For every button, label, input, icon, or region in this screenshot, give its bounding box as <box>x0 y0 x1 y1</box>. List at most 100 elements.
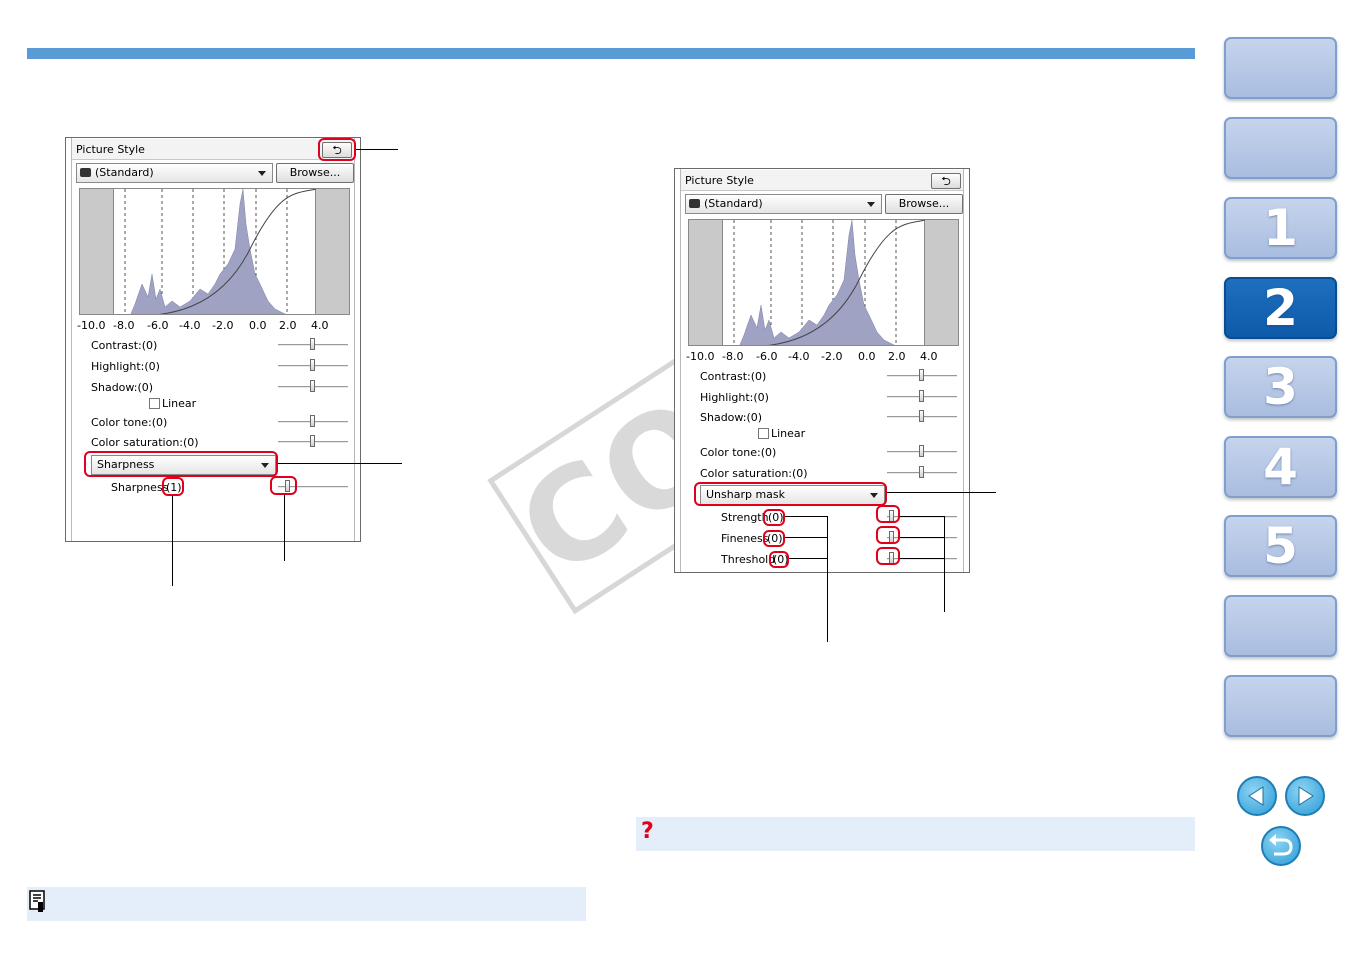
reset-button[interactable]: ⮌ <box>931 173 961 189</box>
nav-tab-label: 1 <box>1263 199 1298 257</box>
nav-tab-3[interactable]: 3 <box>1224 356 1337 418</box>
previous-page-button[interactable] <box>1237 776 1277 816</box>
picture-style-panel-right: Picture Style ⮌ (Standard) Browse... -10… <box>674 168 970 573</box>
slider-thumb[interactable] <box>919 466 924 478</box>
tone-curve-histogram[interactable] <box>688 219 959 346</box>
chevron-down-icon <box>867 202 875 207</box>
threshold-label: Threshold <box>721 553 776 566</box>
slider-thumb[interactable] <box>310 359 315 371</box>
nav-tab-1[interactable]: 1 <box>1224 197 1337 259</box>
nav-tab-introduction[interactable] <box>1224 117 1337 179</box>
highlight-slider[interactable] <box>278 359 348 373</box>
panel-title: Picture Style <box>685 174 754 187</box>
style-select-value: (Standard) <box>704 197 763 210</box>
color-saturation-slider[interactable] <box>887 466 957 480</box>
axis-tick: -2.0 <box>821 350 843 363</box>
undo-icon: ⮌ <box>941 174 951 188</box>
linear-label: Linear <box>162 397 197 410</box>
axis-tick: -10.0 <box>686 350 715 363</box>
browse-button[interactable]: Browse... <box>276 163 354 183</box>
return-arrow-icon <box>1269 834 1293 856</box>
nav-tab-5[interactable]: 5 <box>1224 515 1337 577</box>
slider-thumb[interactable] <box>919 369 924 381</box>
slider-thumb[interactable] <box>919 410 924 422</box>
callout-line <box>284 495 285 561</box>
slider-thumb[interactable] <box>919 390 924 402</box>
axis-tick: 2.0 <box>279 319 297 332</box>
axis-tick: -8.0 <box>722 350 744 363</box>
threshold-slider-highlight <box>876 547 900 565</box>
axis-tick: -2.0 <box>212 319 234 332</box>
color-tone-label: Color tone:(0) <box>700 446 777 459</box>
nav-tab-2[interactable]: 2 <box>1224 277 1337 339</box>
callout-line <box>900 516 944 517</box>
sharpness-slider-highlight <box>270 476 297 495</box>
style-select[interactable]: (Standard) <box>685 194 882 214</box>
highlight-slider[interactable] <box>887 390 957 404</box>
color-saturation-slider[interactable] <box>278 435 348 449</box>
axis-tick: -6.0 <box>147 319 169 332</box>
slider-thumb[interactable] <box>919 445 924 457</box>
shadow-label: Shadow:(0) <box>91 381 154 394</box>
threshold-value-highlight <box>769 551 789 568</box>
slider-thumb[interactable] <box>310 415 315 427</box>
color-saturation-label: Color saturation:(0) <box>700 467 808 480</box>
sharpness-select-highlight <box>84 451 278 477</box>
callout-line <box>944 516 945 612</box>
strength-label: Strength <box>721 511 769 524</box>
fineness-label: Fineness <box>721 532 769 545</box>
contrast-slider[interactable] <box>887 369 957 383</box>
linear-checkbox[interactable] <box>149 398 160 409</box>
slider-thumb[interactable] <box>310 380 315 392</box>
highlight-label: Highlight:(0) <box>700 391 769 404</box>
linear-label: Linear <box>771 427 806 440</box>
contrast-label: Contrast:(0) <box>700 370 767 383</box>
fineness-slider-highlight <box>876 526 900 544</box>
memo-icon <box>29 890 45 912</box>
slider-thumb[interactable] <box>310 435 315 447</box>
nav-tab-label: 5 <box>1263 517 1298 575</box>
callout-line <box>785 516 827 517</box>
callout-line <box>887 492 996 493</box>
callout-line <box>827 516 828 642</box>
reset-button-highlight <box>318 138 356 161</box>
return-page-button[interactable] <box>1261 826 1301 866</box>
color-saturation-label: Color saturation:(0) <box>91 436 199 449</box>
sharpness-value-highlight <box>162 477 184 496</box>
axis-tick: 2.0 <box>888 350 906 363</box>
nav-tab-index[interactable] <box>1224 675 1337 737</box>
next-page-button[interactable] <box>1285 776 1325 816</box>
axis-tick: 4.0 <box>311 319 329 332</box>
axis-tick: -4.0 <box>179 319 201 332</box>
nav-tab-reference[interactable] <box>1224 595 1337 657</box>
unsharp-select-highlight <box>694 482 887 506</box>
axis-tick: -4.0 <box>788 350 810 363</box>
fineness-value-highlight <box>763 530 785 547</box>
contrast-label: Contrast:(0) <box>91 339 158 352</box>
arrow-right-icon <box>1298 786 1314 806</box>
camera-icon <box>80 168 91 177</box>
linear-checkbox[interactable] <box>758 428 769 439</box>
nav-tab-4[interactable]: 4 <box>1224 436 1337 498</box>
color-tone-label: Color tone:(0) <box>91 416 168 429</box>
axis-tick: -6.0 <box>756 350 778 363</box>
callout-line <box>789 558 827 559</box>
color-tone-slider[interactable] <box>278 415 348 429</box>
chevron-down-icon <box>258 171 266 176</box>
histogram-graphic <box>689 220 958 345</box>
axis-tick: 0.0 <box>858 350 876 363</box>
shadow-slider[interactable] <box>278 380 348 394</box>
shadow-slider[interactable] <box>887 410 957 424</box>
callout-line <box>900 537 944 538</box>
contrast-slider[interactable] <box>278 338 348 352</box>
slider-thumb[interactable] <box>310 338 315 350</box>
question-mark-icon: ? <box>641 819 654 844</box>
camera-icon <box>689 199 700 208</box>
style-select[interactable]: (Standard) <box>76 163 273 183</box>
nav-tab-contents[interactable] <box>1224 37 1337 99</box>
browse-button[interactable]: Browse... <box>885 194 963 214</box>
axis-tick: -10.0 <box>77 319 106 332</box>
callout-line <box>278 463 402 464</box>
color-tone-slider[interactable] <box>887 445 957 459</box>
tone-curve-histogram[interactable] <box>79 188 350 315</box>
